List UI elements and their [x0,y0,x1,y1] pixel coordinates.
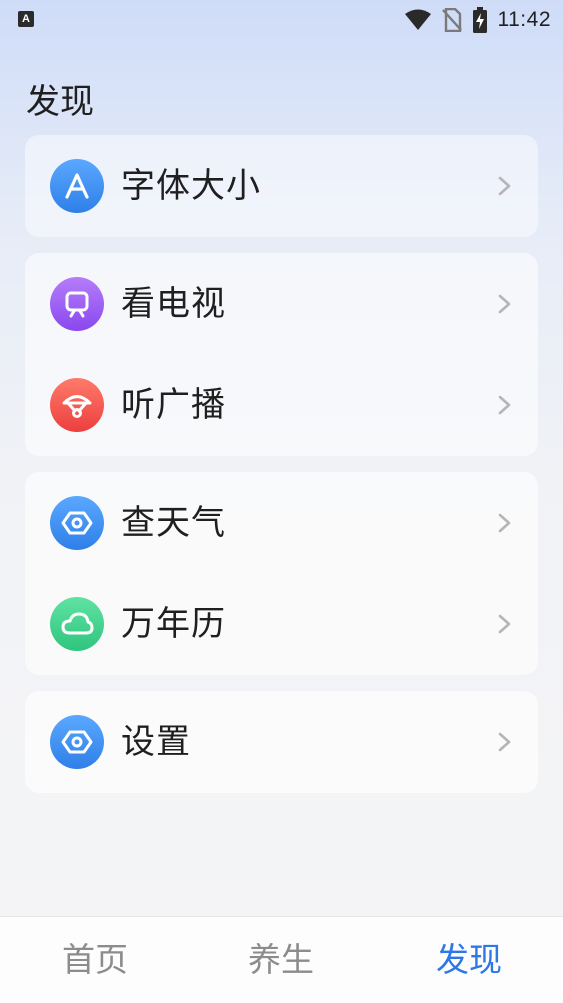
menu-item-settings[interactable]: 设置 [25,691,538,793]
tab-home[interactable]: 首页 [62,937,128,983]
tab-health[interactable]: 养生 [248,937,314,983]
menu-item-calendar[interactable]: 万年历 [25,573,538,675]
menu-item-font-size[interactable]: 字体大小 [25,135,538,237]
menu-item-weather[interactable]: 查天气 [25,472,538,574]
hexagon-icon [50,496,104,550]
menu-item-label: 听广播 [121,385,226,425]
chevron-right-icon [498,395,511,415]
menu-item-watch-tv[interactable]: 看电视 [25,253,538,355]
tv-icon [50,277,104,331]
chevron-right-icon [498,176,511,196]
status-bar: A 11:42 [0,0,563,40]
status-icons: 11:42 [404,6,552,34]
menu-item-label: 看电视 [121,284,226,324]
menu-card-display: 字体大小 [25,135,538,237]
radio-icon [50,378,104,432]
chevron-right-icon [498,614,511,634]
no-sim-icon [441,8,462,32]
font-icon [50,159,104,213]
status-time: 11:42 [497,8,551,31]
chevron-right-icon [498,732,511,752]
menu-card-tools: 查天气 万年历 [25,472,538,675]
page-title: 发现 [26,82,94,122]
bottom-nav: 首页 养生 发现 [0,916,563,1003]
menu-item-label: 查天气 [121,503,226,543]
menu-item-label: 万年历 [121,604,226,644]
tab-discover[interactable]: 发现 [436,937,502,983]
menu-card-media: 看电视 听广播 [25,253,538,456]
battery-charging-icon [472,7,487,33]
chevron-right-icon [498,294,511,314]
menu-item-label: 字体大小 [121,166,261,206]
menu-item-label: 设置 [121,722,191,762]
menu-item-radio[interactable]: 听广播 [25,354,538,456]
notification-app-icon: A [18,11,34,27]
menu-card-settings: 设置 [25,691,538,793]
hexagon-icon [50,715,104,769]
chevron-right-icon [498,513,511,533]
wifi-icon [404,9,431,30]
cloud-icon [50,597,104,651]
